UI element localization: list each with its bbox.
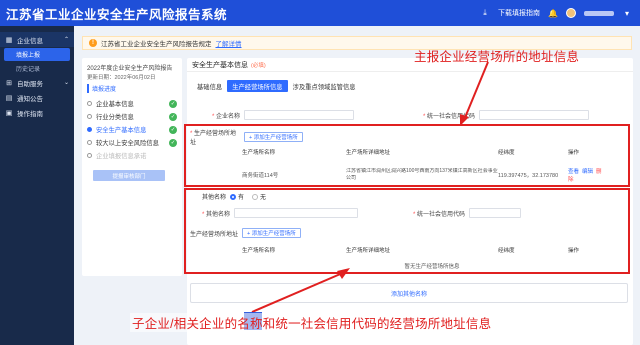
app-root: 江苏省工业企业安全生产风险报告系统 ⤓ 下载填报指南 🔔 ▾ ▦ 企业信息 ⌃ … — [0, 0, 640, 345]
app-title: 江苏省工业企业安全生产风险报告系统 — [6, 7, 228, 22]
form-tabs: 基础信息 生产经营场所信息 涉及重点领域监管信息 — [192, 80, 633, 92]
service-icon: ⊞ — [6, 79, 12, 87]
update-date: 更新日期：2022年06月02日 — [87, 75, 156, 81]
sidebar-item-announcements[interactable]: ▤ 通知公告 — [0, 90, 74, 105]
check-icon: ✓ — [169, 138, 177, 147]
sidebar-item-label: 自助服务 — [17, 80, 43, 88]
warning-icon: ! — [89, 39, 97, 47]
step-safety-basic[interactable]: 安全生产基本信息 ✓ — [87, 123, 177, 136]
annotation-top: 主报企业经营场所的地址信息 — [414, 50, 580, 64]
progress-steps: 企业基本信息 ✓ 行业分类信息 ✓ 安全生产基本信息 ✓ 较大以上安全风险信息 … — [87, 97, 177, 162]
step-company-basic[interactable]: 企业基本信息 ✓ — [87, 97, 177, 110]
step-dot — [87, 101, 92, 106]
progress-panel: 2022年度企业安全生产风险报告 更新日期：2022年06月02日 填报进度 企… — [82, 58, 182, 276]
sidebar-subitem-history[interactable]: 历史记录 — [0, 62, 74, 75]
step-label: 企业填报信息承诺 — [96, 153, 147, 160]
notice-text: 江苏省工业企业安全生产风险报告规定 — [101, 41, 212, 48]
step-dot — [87, 127, 92, 132]
announcement-icon: ▤ — [5, 94, 13, 102]
book-icon: ▣ — [5, 109, 13, 117]
top-bar: 江苏省工业企业安全生产风险报告系统 ⤓ 下载填报指南 🔔 ▾ — [0, 0, 640, 26]
required-note: (必填) — [251, 62, 266, 69]
sidebar-subitem-label: 填报上报 — [16, 53, 41, 59]
annotation-bottom: 子企业/相关企业的名称和统一社会信用代码的经营场所地址信息 — [130, 313, 494, 332]
step-label: 安全生产基本信息 — [96, 127, 147, 134]
building-icon: ▦ — [5, 36, 13, 44]
step-dot — [87, 114, 92, 119]
step-dot — [87, 140, 92, 145]
chevron-down-icon: ⌄ — [63, 80, 69, 86]
progress-heading: 填报进度 — [87, 84, 177, 93]
check-icon: ✓ — [169, 112, 177, 121]
sidebar-item-company-info[interactable]: ▦ 企业信息 ⌃ — [0, 32, 74, 47]
annotation-box-main-site — [184, 124, 630, 187]
sidebar: ▦ 企业信息 ⌃ 填报上报 历史记录 ⊞ 自助服务 ⌄ ▤ 通知公告 ▣ 操作指… — [0, 26, 74, 345]
step-commitment[interactable]: 企业填报信息承诺 — [87, 149, 177, 162]
download-guide-link[interactable]: 下载填报指南 — [498, 8, 540, 18]
company-name-row: * 企业名称 — [190, 110, 354, 120]
section-title: 安全生产基本信息 — [192, 61, 248, 69]
sidebar-item-guide[interactable]: ▣ 操作指南 — [0, 105, 74, 120]
notice-details-link[interactable]: 了解详情 — [216, 38, 242, 48]
company-name-label: * 企业名称 — [211, 113, 240, 120]
sidebar-item-label: 操作指南 — [17, 110, 43, 118]
sidebar-item-label: 企业信息 — [17, 37, 43, 45]
credit-code-field[interactable] — [479, 110, 589, 120]
step-label: 行业分类信息 — [96, 114, 134, 121]
tab-basic-info[interactable]: 基础信息 — [192, 80, 227, 92]
tab-key-area[interactable]: 涉及重点领域监管信息 — [288, 80, 361, 92]
sidebar-item-self-service[interactable]: ⊞ 自助服务 ⌄ — [0, 75, 74, 90]
step-dot — [87, 153, 92, 158]
step-major-risk[interactable]: 较大以上安全风险信息 ✓ — [87, 136, 177, 149]
credit-code-label: * 统一社会信用代码 — [422, 113, 475, 120]
download-icon: ⤓ — [483, 8, 487, 17]
step-industry[interactable]: 行业分类信息 ✓ — [87, 110, 177, 123]
annotation-box-sub-site — [184, 188, 630, 274]
add-other-name-button[interactable]: 添加其他名称 — [190, 283, 628, 303]
check-icon: ✓ — [169, 125, 177, 134]
top-right-tools: ⤓ 下载填报指南 🔔 ▾ — [480, 8, 632, 18]
submit-review-button[interactable]: 提报审核部门 — [93, 170, 165, 181]
username-placeholder[interactable] — [584, 10, 614, 16]
sidebar-subitem-report[interactable]: 填报上报 — [4, 48, 70, 61]
company-name-field[interactable] — [244, 110, 354, 120]
chevron-up-icon: ⌃ — [63, 37, 69, 43]
avatar[interactable] — [566, 8, 576, 18]
chevron-down-icon[interactable]: ▾ — [622, 8, 632, 18]
sidebar-item-label: 通知公告 — [17, 95, 43, 103]
bell-icon[interactable]: 🔔 — [548, 8, 558, 18]
tab-site-info[interactable]: 生产经营场所信息 — [227, 80, 288, 92]
check-icon: ✓ — [169, 99, 177, 108]
credit-code-row: * 统一社会信用代码 — [405, 110, 589, 120]
report-title: 2022年度企业安全生产风险报告 — [87, 66, 173, 72]
sidebar-subitem-label: 历史记录 — [16, 67, 41, 73]
step-label: 企业基本信息 — [96, 101, 134, 108]
step-label: 较大以上安全风险信息 — [96, 140, 159, 147]
